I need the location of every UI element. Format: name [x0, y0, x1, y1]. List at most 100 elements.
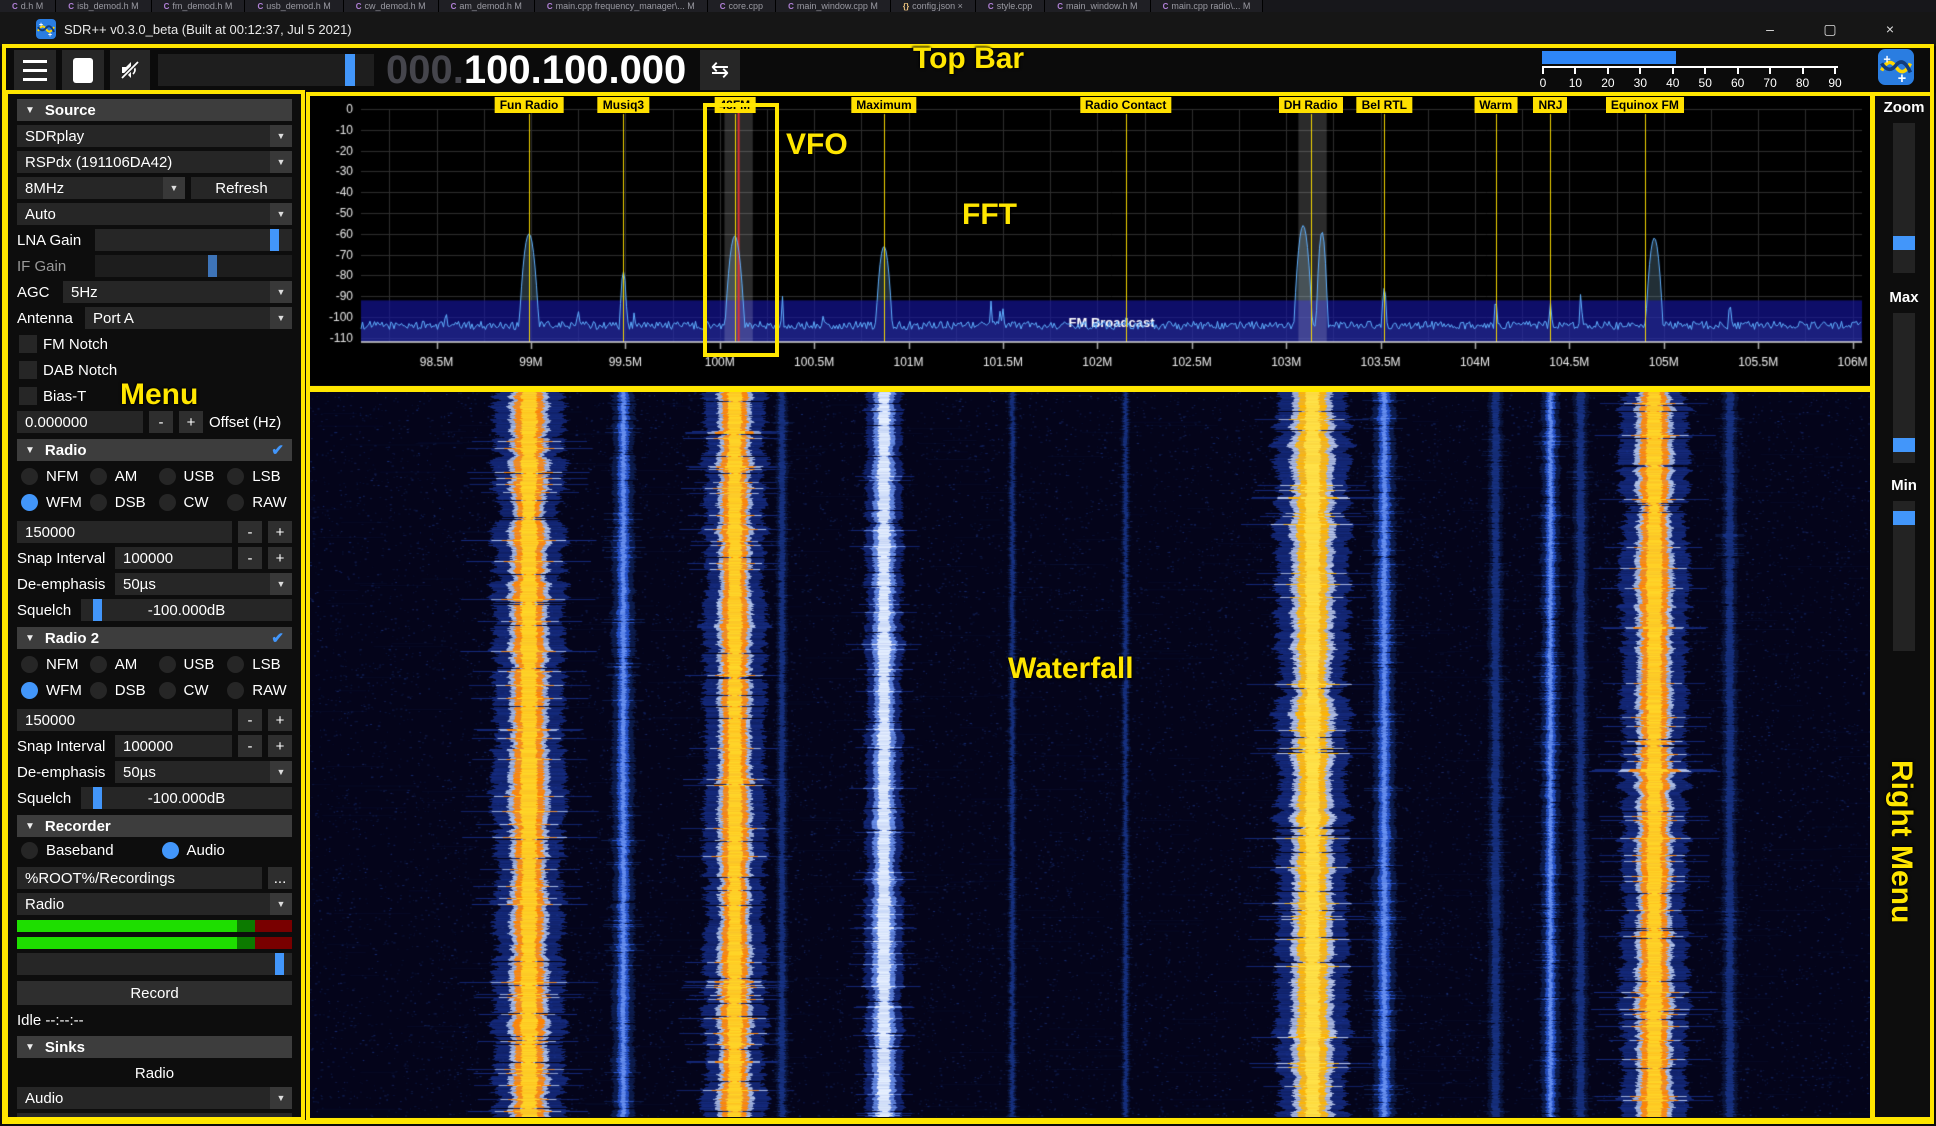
bandwidth-minus-button[interactable]: -: [238, 521, 262, 543]
snap-plus-button[interactable]: +: [268, 547, 292, 569]
squelch-slider[interactable]: -100.000dB: [81, 599, 292, 621]
mode-lsb[interactable]: LSB: [223, 653, 292, 675]
mode-nfm[interactable]: NFM: [17, 465, 86, 487]
deemphasis-select[interactable]: 50µs▼: [115, 573, 292, 595]
squelch-slider[interactable]: -100.000dB: [81, 787, 292, 809]
snap-minus-button[interactable]: -: [238, 547, 262, 569]
bandwidth-input[interactable]: 150000: [17, 709, 232, 731]
editor-tab[interactable]: Cusb_demod.h M: [245, 0, 343, 12]
editor-tab[interactable]: Cisb_demod.h M: [56, 0, 151, 12]
recorder-baseband-radio[interactable]: Baseband: [17, 839, 152, 861]
max-slider-handle[interactable]: [1893, 438, 1915, 452]
bandwidth-minus-button[interactable]: -: [238, 709, 262, 731]
editor-tab[interactable]: Ccw_demod.h M: [344, 0, 439, 12]
max-slider[interactable]: [1893, 313, 1915, 463]
snap-plus-button[interactable]: +: [268, 735, 292, 757]
mode-dsb[interactable]: DSB: [86, 679, 155, 701]
maximize-button[interactable]: ▢: [1808, 12, 1852, 46]
bandwidth-plus-button[interactable]: +: [268, 521, 292, 543]
lna-gain-handle[interactable]: [270, 229, 279, 251]
waterfall-canvas[interactable]: [309, 391, 1870, 1117]
recordings-path-input[interactable]: %ROOT%/Recordings: [17, 867, 262, 889]
mode-nfm[interactable]: NFM: [17, 653, 86, 675]
min-slider[interactable]: [1893, 501, 1915, 651]
mode-raw[interactable]: RAW: [223, 679, 292, 701]
sink-device-select[interactable]: Speakers (Realtek High Definition Audio)…: [17, 1113, 292, 1117]
module-enabled-check-icon[interactable]: ✔: [271, 629, 284, 647]
tuning-mode-button[interactable]: ⇆: [700, 50, 740, 90]
editor-tab[interactable]: Cd.h M: [0, 0, 56, 12]
if-gain-slider[interactable]: [95, 255, 292, 277]
recorder-volume-handle[interactable]: [275, 953, 284, 975]
samplerate-select[interactable]: 8MHz▼: [17, 177, 185, 199]
antenna-select[interactable]: Port A▼: [85, 307, 292, 329]
station-label[interactable]: Radio Contact: [1080, 97, 1171, 113]
station-label[interactable]: Fun Radio: [495, 97, 564, 113]
editor-tab[interactable]: {}config.json ×: [891, 0, 976, 12]
stop-button[interactable]: [62, 50, 104, 90]
dab-notch-checkbox[interactable]: [19, 361, 37, 379]
editor-tab[interactable]: Ccore.cpp: [708, 0, 776, 12]
station-label[interactable]: Musiq3: [598, 97, 649, 113]
agc-mode-select[interactable]: Auto▼: [17, 203, 292, 225]
station-label[interactable]: DH Radio: [1279, 97, 1343, 113]
sink-type-select[interactable]: Audio▼: [17, 1087, 292, 1109]
record-button[interactable]: Record: [17, 981, 292, 1005]
mode-raw[interactable]: RAW: [223, 491, 292, 513]
mute-button[interactable]: [110, 50, 150, 90]
deemphasis-select[interactable]: 50µs▼: [115, 761, 292, 783]
station-label[interactable]: NRJ: [1533, 97, 1567, 113]
bandwidth-input[interactable]: 150000: [17, 521, 232, 543]
mode-am[interactable]: AM: [86, 465, 155, 487]
mode-dsb[interactable]: DSB: [86, 491, 155, 513]
fft-panel[interactable]: Fun RadioMusiq348FMMaximumRadio ContactD…: [309, 95, 1870, 385]
zoom-slider[interactable]: [1893, 123, 1915, 273]
close-button[interactable]: ×: [1868, 12, 1912, 46]
if-gain-handle[interactable]: [208, 255, 217, 277]
bias-t-checkbox[interactable]: [19, 387, 37, 405]
vfo-region[interactable]: [1298, 109, 1326, 342]
mode-am[interactable]: AM: [86, 653, 155, 675]
module-enabled-check-icon[interactable]: ✔: [271, 441, 284, 459]
editor-tab[interactable]: Cstyle.cpp: [976, 0, 1045, 12]
vfo-region-selected[interactable]: [724, 109, 752, 342]
recorder-audio-radio[interactable]: Audio: [158, 839, 293, 861]
mode-wfm[interactable]: WFM: [17, 679, 86, 701]
minimize-button[interactable]: –: [1748, 12, 1792, 46]
snap-interval-input[interactable]: 100000: [115, 735, 232, 757]
editor-tab[interactable]: Cam_demod.h M: [439, 0, 535, 12]
offset-input[interactable]: 0.000000: [17, 411, 143, 433]
mode-cw[interactable]: CW: [155, 679, 224, 701]
lna-gain-slider[interactable]: [95, 229, 292, 251]
recorder-volume-slider[interactable]: [17, 953, 292, 975]
radio-header[interactable]: ▼ Radio ✔: [17, 439, 292, 461]
zoom-slider-handle[interactable]: [1893, 236, 1915, 250]
browse-button[interactable]: ...: [268, 867, 292, 889]
volume-slider-handle[interactable]: [345, 54, 355, 86]
snap-minus-button[interactable]: -: [238, 735, 262, 757]
fm-notch-checkbox[interactable]: [19, 335, 37, 353]
offset-minus-button[interactable]: -: [149, 411, 173, 433]
volume-slider[interactable]: [158, 54, 374, 86]
editor-tab[interactable]: Cmain.cpp radio\... M: [1151, 0, 1264, 12]
source-header[interactable]: ▼ Source: [17, 99, 292, 121]
editor-tab[interactable]: Cmain_window.cpp M: [776, 0, 891, 12]
sinks-header[interactable]: ▼ Sinks: [17, 1036, 292, 1058]
recorder-header[interactable]: ▼ Recorder: [17, 815, 292, 837]
mode-usb[interactable]: USB: [155, 465, 224, 487]
agc-rate-select[interactable]: 5Hz▼: [63, 281, 292, 303]
menu-hamburger-button[interactable]: [14, 50, 56, 90]
recorder-stream-select[interactable]: Radio▼: [17, 893, 292, 915]
min-slider-handle[interactable]: [1893, 511, 1915, 525]
station-label[interactable]: 48FM: [714, 97, 755, 113]
snap-interval-input[interactable]: 100000: [115, 547, 232, 569]
editor-tab[interactable]: Cfm_demod.h M: [152, 0, 246, 12]
offset-plus-button[interactable]: +: [179, 411, 203, 433]
mode-usb[interactable]: USB: [155, 653, 224, 675]
station-label[interactable]: Bel RTL: [1357, 97, 1412, 113]
refresh-button[interactable]: Refresh: [191, 177, 292, 199]
source-device-select[interactable]: RSPdx (191106DA42)▼: [17, 151, 292, 173]
bandwidth-plus-button[interactable]: +: [268, 709, 292, 731]
mode-cw[interactable]: CW: [155, 491, 224, 513]
editor-tab[interactable]: Cmain.cpp frequency_manager\... M: [535, 0, 708, 12]
